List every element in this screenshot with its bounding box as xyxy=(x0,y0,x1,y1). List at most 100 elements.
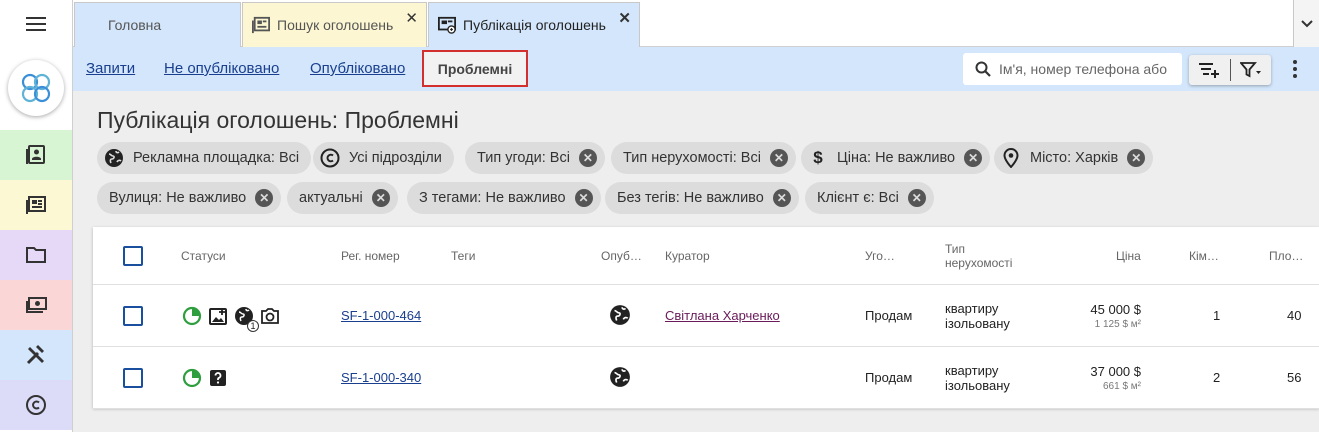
chip-without-tags-label: Без тегів: Не важливо xyxy=(617,190,764,206)
rooms-value: 2 xyxy=(1213,370,1221,385)
chip-divisions-label: Усі підрозділи xyxy=(349,150,442,166)
listings-icon xyxy=(252,16,270,34)
row-checkbox[interactable] xyxy=(123,368,143,388)
property-type-line1: квартиру xyxy=(945,301,999,316)
subnav-problematic[interactable]: Проблемні xyxy=(422,50,528,87)
deal-type: Продам xyxy=(865,308,913,323)
row-checkbox[interactable] xyxy=(123,306,143,326)
chip-with-tags-label: З тегами: Не важливо xyxy=(419,190,566,206)
reg-number-link[interactable]: SF-1-000-340 xyxy=(341,370,421,385)
header-published[interactable]: Опуб… xyxy=(601,250,642,263)
tools-icon[interactable] xyxy=(0,330,72,380)
chip-remove-icon[interactable]: ✕ xyxy=(769,149,788,167)
header-statuses[interactable]: Статуси xyxy=(181,250,226,263)
chip-city-label: Місто: Харків xyxy=(1030,150,1119,166)
published-globe-icon xyxy=(609,304,631,329)
subnav-problematic-label: Проблемні xyxy=(437,60,513,77)
header-tags[interactable]: Теги xyxy=(451,250,475,263)
hamburger-menu-icon[interactable] xyxy=(0,0,72,48)
copyright-icon[interactable] xyxy=(0,380,72,430)
status-icons xyxy=(181,367,229,389)
chip-divisions[interactable]: Усі підрозділи xyxy=(313,142,454,174)
chip-client-label: Клієнт є: Всі xyxy=(817,190,899,206)
pie-clock-icon xyxy=(181,367,203,389)
app-logo[interactable] xyxy=(8,60,64,116)
chip-street-label: Вулиця: Не важливо xyxy=(109,190,247,206)
folder-icon[interactable] xyxy=(0,230,72,280)
count-badge: 1 xyxy=(247,320,259,332)
price-value: 37 000 $ xyxy=(1090,364,1141,379)
add-filter-icon[interactable] xyxy=(1189,55,1230,85)
pie-clock-icon xyxy=(181,305,203,327)
question-icon xyxy=(207,367,229,389)
chip-actual[interactable]: актуальні ✕ xyxy=(287,182,398,214)
camera-icon xyxy=(259,305,281,327)
tabs-overflow-chevron-down-icon[interactable] xyxy=(1293,0,1319,47)
chip-city[interactable]: Місто: Харків ✕ xyxy=(994,142,1154,174)
chip-client[interactable]: Клієнт є: Всі ✕ xyxy=(805,182,934,214)
curator-link[interactable]: Світлана Харченко xyxy=(665,308,780,323)
chip-actual-label: актуальні xyxy=(299,190,363,206)
chip-remove-icon[interactable]: ✕ xyxy=(371,189,390,207)
chip-remove-icon[interactable]: ✕ xyxy=(255,189,274,207)
reg-number-link[interactable]: SF-1-000-464 xyxy=(341,308,421,323)
chip-without-tags[interactable]: Без тегів: Не важливо ✕ xyxy=(605,182,799,214)
chip-remove-icon[interactable]: ✕ xyxy=(1127,149,1146,167)
search-icon xyxy=(975,61,991,77)
property-type-line2: ізольовану xyxy=(945,378,1010,393)
listings-icon[interactable] xyxy=(0,180,72,230)
tab-publication[interactable]: Публікація оголошень ✕ xyxy=(428,2,640,47)
tab-home[interactable]: Головна xyxy=(74,2,241,47)
chip-platform[interactable]: Рекламна площадка: Всі xyxy=(97,142,312,174)
globe-icon xyxy=(103,147,125,169)
money-icon[interactable] xyxy=(0,280,72,330)
subnav-published[interactable]: Опубліковано xyxy=(310,60,405,77)
left-rail xyxy=(0,0,73,432)
tab-publication-label: Публікація оголошень xyxy=(463,17,606,33)
tab-bar: Головна Пошук оголошень ✕ Публікація ого… xyxy=(73,0,1319,47)
chip-with-tags[interactable]: З тегами: Не важливо ✕ xyxy=(407,182,601,214)
more-vert-icon[interactable] xyxy=(1283,57,1307,81)
header-price[interactable]: Ціна xyxy=(1116,250,1141,263)
rooms-value: 1 xyxy=(1213,308,1221,323)
header-rooms[interactable]: Кім… xyxy=(1189,250,1219,263)
header-property-type-line1[interactable]: Тип xyxy=(945,243,965,256)
search-box xyxy=(963,53,1182,85)
price-per-m2: 1 125 $ м² xyxy=(1094,319,1141,330)
chip-deal-type[interactable]: Тип угоди: Всі ✕ xyxy=(465,142,605,174)
search-input[interactable] xyxy=(999,61,1175,77)
chip-property-type[interactable]: Тип нерухомості: Всі ✕ xyxy=(611,142,796,174)
header-curator[interactable]: Куратор xyxy=(665,250,710,263)
chip-remove-icon[interactable]: ✕ xyxy=(772,189,791,207)
chip-street[interactable]: Вулиця: Не важливо ✕ xyxy=(97,182,282,214)
chip-remove-icon[interactable]: ✕ xyxy=(907,189,926,207)
header-deal[interactable]: Уго… xyxy=(865,250,895,263)
subnav-unpublished[interactable]: Не опубліковано xyxy=(164,60,279,77)
area-value: 56 xyxy=(1287,370,1302,385)
filter-menu-icon[interactable] xyxy=(1230,55,1271,85)
chip-remove-icon[interactable]: ✕ xyxy=(574,189,593,207)
select-all-checkbox[interactable] xyxy=(123,246,143,266)
dollar-icon: $ xyxy=(813,148,823,167)
close-tab-icon[interactable]: ✕ xyxy=(405,9,418,27)
header-property-type-line2[interactable]: нерухомості xyxy=(945,257,1012,270)
sub-navigation: Запити Не опубліковано Опубліковано Проб… xyxy=(73,47,1319,91)
contacts-icon[interactable] xyxy=(0,130,72,180)
close-tab-icon[interactable]: ✕ xyxy=(618,9,631,27)
chip-price-label: Ціна: Не важливо xyxy=(837,150,956,166)
table-row[interactable]: 1 SF-1-000-464 Світлана Харченко Продам … xyxy=(93,285,1319,347)
listings-table: Статуси Рег. номер Теги Опуб… Куратор Уг… xyxy=(93,227,1319,409)
area-value: 40 xyxy=(1287,308,1302,323)
tab-search-listings[interactable]: Пошук оголошень ✕ xyxy=(242,2,427,47)
chip-property-type-label: Тип нерухомості: Всі xyxy=(623,150,761,166)
table-row[interactable]: SF-1-000-340 Продам квартиру ізольовану … xyxy=(93,347,1319,409)
header-area[interactable]: Пло… xyxy=(1269,250,1303,263)
chip-remove-icon[interactable]: ✕ xyxy=(964,149,983,167)
price-cell: 45 000 $ 1 125 $ м² xyxy=(1041,302,1141,332)
location-pin-icon xyxy=(1000,147,1022,169)
header-reg-number[interactable]: Рег. номер xyxy=(341,250,400,263)
chip-remove-icon[interactable]: ✕ xyxy=(578,149,597,167)
subnav-requests[interactable]: Запити xyxy=(86,60,135,77)
chip-price[interactable]: $ Ціна: Не важливо ✕ xyxy=(801,142,991,174)
price-value: 45 000 $ xyxy=(1090,302,1141,317)
